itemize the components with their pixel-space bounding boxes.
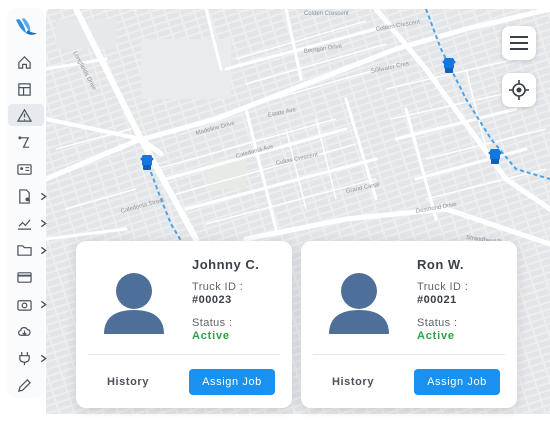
bird-logo-icon[interactable] [13,16,39,42]
chevron-right-icon [40,246,47,255]
status-badge: Active [192,330,230,342]
sidebar-item-billing[interactable] [8,266,44,288]
history-button[interactable]: History [323,369,383,395]
document-settings-icon [19,188,30,204]
map-menu-button[interactable] [502,26,536,60]
layout-icon [18,82,31,96]
sidebar-item-alerts[interactable] [8,104,44,126]
crosshair-target-icon [509,80,529,100]
plug-icon [19,351,30,365]
truck-marker-icon[interactable] [140,155,154,171]
card-divider [88,354,280,355]
truck-id-label: Truck ID : [417,281,469,293]
chevron-right-icon [40,300,47,309]
sidebar-item-home[interactable] [8,51,44,73]
street-label: Colden Crescent [304,11,349,17]
sidebar-item-downloads[interactable] [8,320,44,342]
sidebar-item-integrations[interactable] [8,347,47,369]
truck-id-value: #00021 [417,294,457,306]
driver-name: Johnny C. [192,257,260,272]
status-label: Status : [192,317,233,329]
sidebar-item-reports[interactable] [8,212,47,234]
chevron-right-icon [40,219,47,228]
folder-icon [17,244,32,256]
truck-id-value: #00023 [192,294,232,306]
sidebar-item-cameras[interactable] [8,293,47,315]
sidebar [0,0,47,427]
avatar [104,273,164,334]
card-divider [313,354,505,355]
edit-icon [18,378,31,392]
id-card-icon [17,163,32,175]
truck-marker-icon[interactable] [442,58,456,74]
avatar [329,273,389,334]
alert-triangle-icon [17,108,32,122]
route-icon [18,135,30,148]
home-icon [18,55,31,69]
sidebar-item-dashboard[interactable] [8,78,44,100]
hamburger-menu-icon [510,36,528,50]
truck-id-label: Truck ID : [192,281,244,293]
history-button[interactable]: History [98,369,158,395]
chevron-right-icon [40,354,47,363]
sidebar-item-routes[interactable] [8,131,44,153]
driver-name: Ron W. [417,257,465,272]
cloud-download-icon [18,326,31,336]
truck-marker-icon[interactable] [488,149,502,165]
chart-line-icon [17,218,32,230]
sidebar-item-drivers[interactable] [8,158,44,180]
app-window: Colden Crescent Berrigan Drive Madeline … [0,0,550,427]
driver-card: Ron W. Truck ID : #00021 Status : Active… [301,241,517,408]
chevron-right-icon [40,192,47,201]
sidebar-item-edit[interactable] [8,374,44,396]
camera-icon [17,299,32,311]
assign-job-button[interactable]: Assign Job [189,369,275,395]
sidebar-item-documents[interactable] [8,185,47,207]
credit-card-icon [17,271,32,283]
assign-job-button[interactable]: Assign Job [414,369,500,395]
driver-card: Johnny C. Truck ID : #00023 Status : Act… [76,241,292,408]
status-badge: Active [417,330,455,342]
locate-me-button[interactable] [502,73,536,107]
status-label: Status : [417,317,458,329]
sidebar-item-files[interactable] [8,239,47,261]
